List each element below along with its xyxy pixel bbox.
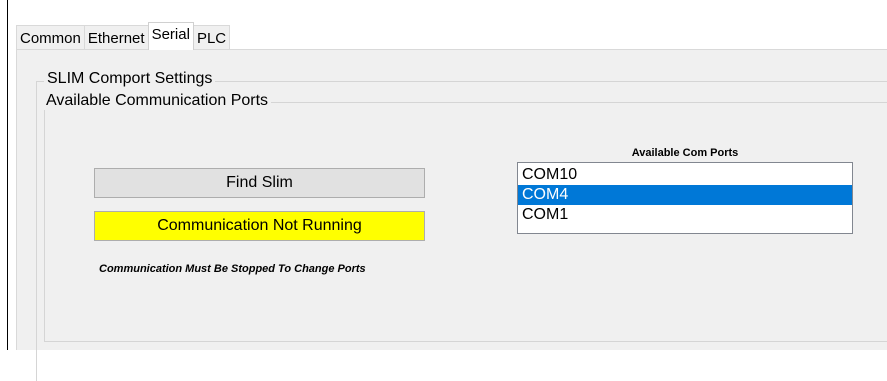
com-port-item-com1[interactable]: COM1 [518, 205, 852, 225]
tab-common[interactable]: Common [16, 25, 85, 50]
tab-strip: Common Ethernet Serial PLC [16, 22, 231, 50]
tab-plc[interactable]: PLC [192, 25, 231, 50]
tab-ethernet[interactable]: Ethernet [83, 25, 149, 50]
serial-tab-panel: SLIM Comport Settings Available Communic… [16, 49, 887, 381]
tab-serial[interactable]: Serial [147, 22, 194, 50]
com-port-item-com4[interactable]: COM4 [518, 185, 852, 205]
com-port-item-com10[interactable]: COM10 [518, 165, 852, 185]
com-ports-list-title: Available Com Ports [631, 147, 739, 159]
find-slim-button[interactable]: Find Slim [94, 168, 425, 198]
settings-window: Common Ethernet Serial PLC SLIM Comport … [7, 0, 887, 381]
slim-comport-settings-title: SLIM Comport Settings [44, 70, 216, 88]
com-ports-listbox[interactable]: COM10 COM4 COM1 [517, 162, 853, 234]
change-ports-note: Communication Must Be Stopped To Change … [99, 263, 366, 275]
communication-status-button[interactable]: Communication Not Running [94, 211, 425, 241]
available-communication-ports-title: Available Communication Ports [43, 92, 272, 110]
